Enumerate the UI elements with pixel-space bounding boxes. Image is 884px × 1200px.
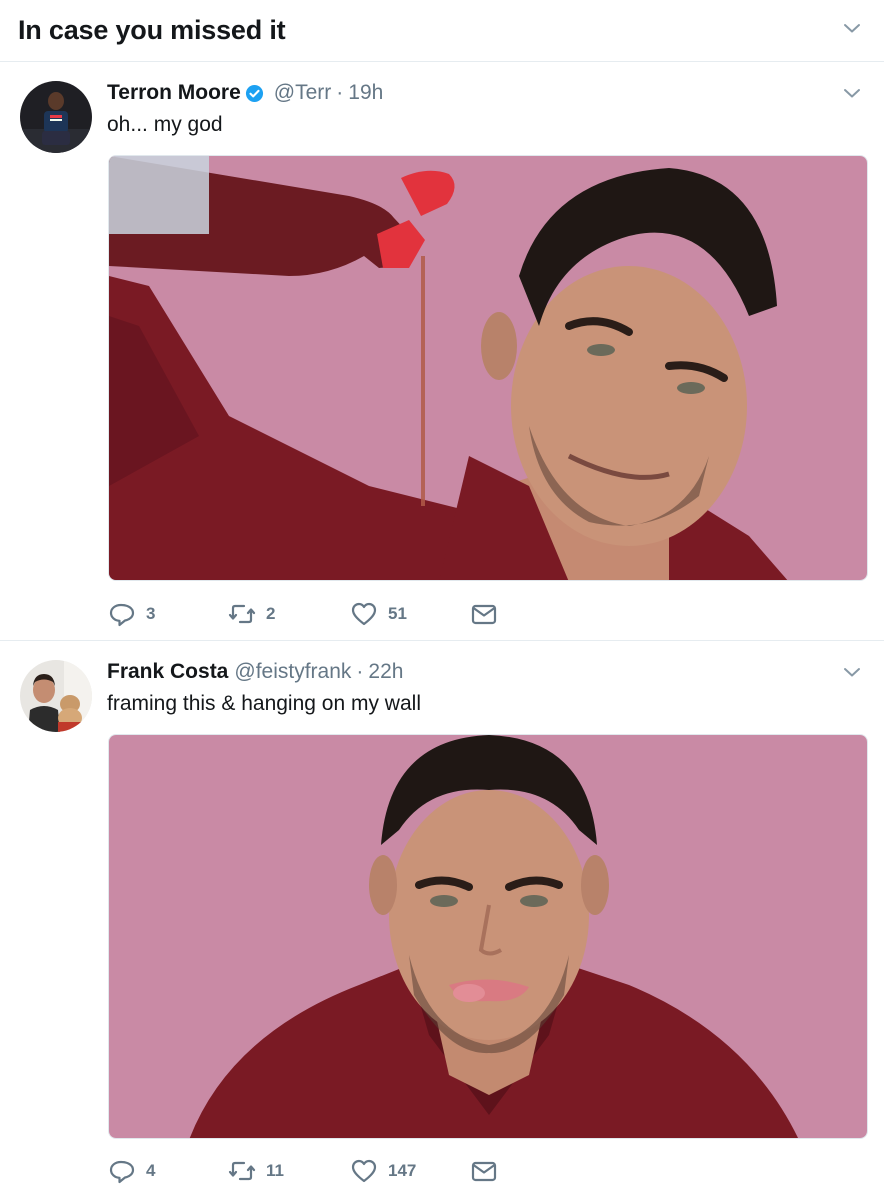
retweet-button[interactable]: 11 <box>228 1156 284 1186</box>
direct-message-button[interactable] <box>470 599 498 629</box>
like-count: 147 <box>388 1161 417 1180</box>
avatar[interactable] <box>20 660 92 732</box>
tweet-username[interactable]: @feistyfrank <box>234 660 351 684</box>
reply-icon <box>108 1157 136 1185</box>
retweet-count: 11 <box>266 1161 284 1180</box>
reply-count: 3 <box>146 604 156 623</box>
tweet-text: oh... my god <box>107 113 223 136</box>
reply-icon <box>108 600 136 628</box>
like-button[interactable]: 51 <box>350 599 407 629</box>
reply-count: 4 <box>146 1161 156 1180</box>
tweet-photo[interactable] <box>108 155 868 581</box>
retweet-count: 2 <box>266 604 276 623</box>
chevron-down-icon[interactable] <box>842 83 862 103</box>
tweet-fullname[interactable]: Frank Costa <box>107 660 228 684</box>
tweet-separator: · <box>356 660 364 683</box>
tweet-timestamp[interactable]: 19h <box>348 81 383 105</box>
chevron-down-icon[interactable] <box>842 18 862 38</box>
heart-icon <box>350 600 378 628</box>
reply-button[interactable]: 4 <box>108 1156 155 1186</box>
avatar[interactable] <box>20 81 92 153</box>
envelope-icon <box>470 1157 498 1185</box>
verified-badge-icon <box>245 84 264 103</box>
tweet-separator: · <box>336 81 344 104</box>
tweet-timestamp[interactable]: 22h <box>368 660 403 684</box>
chevron-down-icon[interactable] <box>842 662 862 682</box>
retweet-icon <box>228 600 256 628</box>
heart-icon <box>350 1157 378 1185</box>
retweet-button[interactable]: 2 <box>228 599 275 629</box>
module-header: In case you missed it <box>0 0 884 62</box>
reply-button[interactable]: 3 <box>108 599 155 629</box>
module-title: In case you missed it <box>18 15 286 45</box>
envelope-icon <box>470 600 498 628</box>
direct-message-button[interactable] <box>470 1156 498 1186</box>
tweet-username[interactable]: @Terr <box>274 81 331 105</box>
retweet-icon <box>228 1157 256 1185</box>
tweet-fullname[interactable]: Terron Moore <box>107 81 241 105</box>
tweet[interactable]: Frank Costa @feistyfrank · 22h framing t… <box>0 642 884 1200</box>
tweet-actions: 3 2 51 <box>108 599 608 629</box>
tweet[interactable]: Terron Moore @Terr · 19h oh... my god 3 … <box>0 63 884 641</box>
tweet-header: Frank Costa @feistyfrank · 22h <box>107 660 403 684</box>
tweet-actions: 4 11 147 <box>108 1156 608 1186</box>
tweet-header: Terron Moore @Terr · 19h <box>107 81 383 105</box>
tweet-text: framing this & hanging on my wall <box>107 692 421 715</box>
like-count: 51 <box>388 604 407 623</box>
tweet-photo[interactable] <box>108 734 868 1139</box>
like-button[interactable]: 147 <box>350 1156 416 1186</box>
